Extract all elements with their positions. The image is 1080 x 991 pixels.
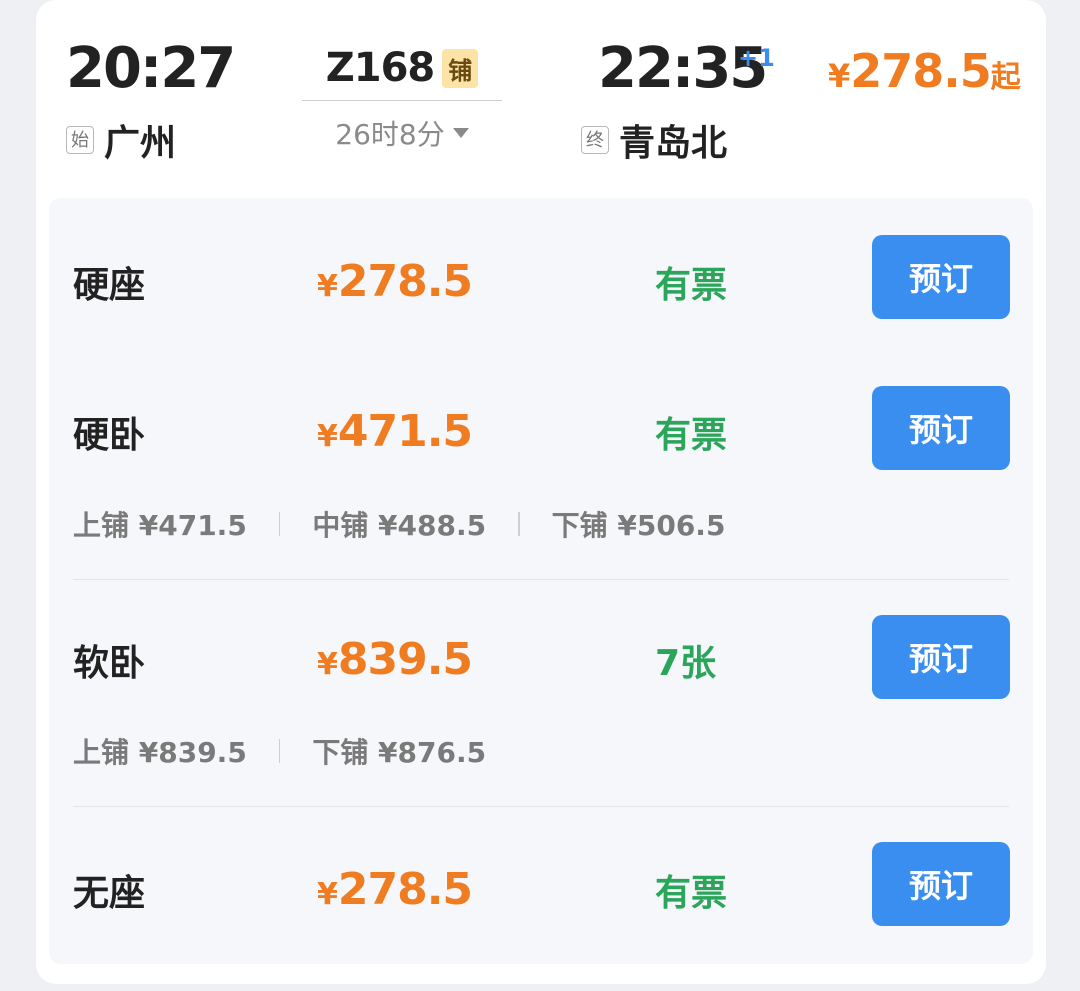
train-info[interactable]: Z168 铺 26时8分 (302, 44, 502, 153)
book-button[interactable]: 预订 (872, 386, 1010, 470)
seat-price-amount: 278.5 (337, 256, 473, 307)
book-button[interactable]: 预订 (872, 615, 1010, 699)
seat-type: 无座 (73, 873, 146, 914)
seat-price: ¥ 278.5 (317, 864, 473, 915)
duration-toggle[interactable]: 26时8分 (302, 113, 502, 153)
berth-prices: 上铺 ¥839.5 下铺 ¥876.5 (73, 731, 486, 771)
duration: 26时8分 (335, 118, 445, 151)
currency-symbol: ¥ (317, 647, 338, 682)
departure-station: 广州 (104, 123, 177, 164)
min-price-amount: 278.5 (850, 44, 992, 98)
berth-price-upper: 上铺 ¥839.5 (73, 736, 247, 769)
currency-symbol: ¥ (317, 419, 338, 454)
train-card: 20:27 始 广州 Z168 铺 26时8分 22:35 +1 终 青岛北 ¥… (36, 0, 1046, 984)
seat-price: ¥ 278.5 (317, 256, 473, 307)
seat-type: 软卧 (73, 643, 146, 684)
route-line (302, 100, 502, 101)
arrival-station-row: 终 青岛北 (581, 114, 727, 166)
seat-price: ¥ 839.5 (317, 634, 473, 685)
terminal-tag: 终 (581, 126, 609, 154)
separator (278, 739, 281, 763)
seat-type: 硬卧 (73, 415, 146, 456)
berth-price-middle: 中铺 ¥488.5 (312, 509, 487, 542)
book-button[interactable]: 预订 (872, 842, 1010, 926)
departure-time: 20:27 (66, 36, 236, 101)
seat-price-amount: 471.5 (337, 406, 473, 457)
seat-availability: 有票 (655, 265, 728, 306)
seat-availability: 有票 (655, 415, 728, 456)
seat-availability: 7张 (655, 643, 717, 684)
arrival-station: 青岛北 (619, 123, 728, 164)
day-offset: +1 (738, 44, 775, 72)
separator (518, 512, 520, 536)
departure-station-row: 始 广州 (66, 114, 176, 166)
seat-availability: 有票 (655, 873, 728, 914)
row-divider (73, 579, 1009, 580)
berth-prices: 上铺 ¥471.5 中铺 ¥488.5 下铺 ¥506.5 (73, 504, 725, 544)
train-summary[interactable]: 20:27 始 广州 Z168 铺 26时8分 22:35 +1 终 青岛北 ¥… (36, 0, 1046, 200)
seat-price-amount: 278.5 (337, 864, 473, 915)
origin-tag: 始 (66, 126, 94, 154)
seat-price-amount: 839.5 (337, 634, 473, 685)
berth-price-lower: 下铺 ¥876.5 (312, 736, 487, 769)
train-number: Z168 (325, 45, 435, 91)
currency-symbol: ¥ (317, 877, 338, 912)
currency-symbol: ¥ (828, 57, 851, 95)
caret-down-icon (452, 128, 469, 138)
row-divider (73, 806, 1009, 807)
seat-list: 硬座 ¥ 278.5 有票 预订 硬卧 ¥ 471.5 有票 预订 上铺 ¥47… (49, 198, 1033, 964)
separator (278, 512, 281, 536)
berth-price-lower: 下铺 ¥506.5 (551, 509, 726, 542)
berth-price-upper: 上铺 ¥471.5 (73, 509, 247, 542)
min-price: ¥ 278.5 起 (828, 44, 1021, 98)
seat-type: 硬座 (73, 265, 146, 306)
berth-badge: 铺 (442, 48, 479, 88)
seat-price: ¥ 471.5 (317, 406, 473, 457)
min-price-suffix: 起 (990, 60, 1021, 95)
book-button[interactable]: 预订 (872, 235, 1010, 319)
currency-symbol: ¥ (317, 269, 338, 304)
